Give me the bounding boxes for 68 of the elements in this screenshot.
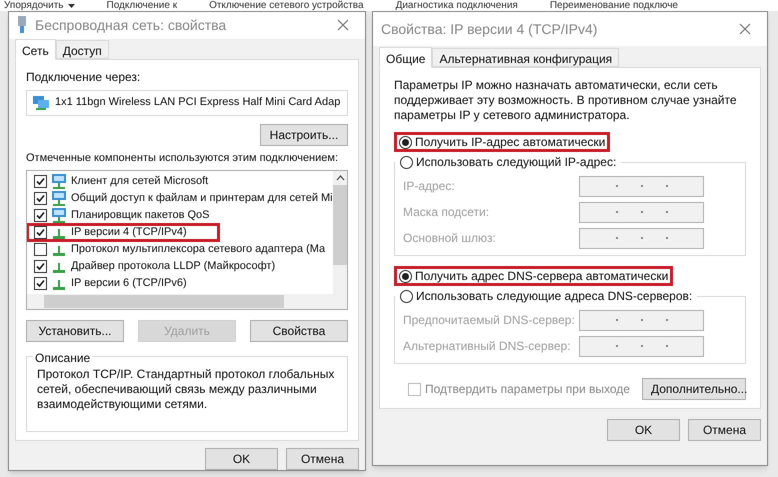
field-label: Подключение через: xyxy=(26,68,142,86)
tab[interactable]: Доступ xyxy=(56,40,109,58)
radio-option[interactable]: Использовать следующие адреса DNS-серверов: xyxy=(395,286,698,306)
component-item[interactable]: Протокол мультиплексора сетевого адаптера (Ма xyxy=(27,241,333,258)
dialog-button[interactable]: OK xyxy=(205,448,278,470)
checkbox[interactable] xyxy=(34,260,47,273)
network-service-icon xyxy=(51,208,67,224)
radio-option[interactable]: Получить адрес DNS-сервера автоматически xyxy=(394,266,674,286)
component-item[interactable]: IP версии 6 (TCP/IPv6) xyxy=(27,275,333,292)
toolbar-item[interactable]: Диагностика подключения xyxy=(396,0,518,11)
ip-address-field[interactable] xyxy=(579,176,704,196)
dialog-button[interactable]: OK xyxy=(607,419,680,441)
ip-address-field[interactable] xyxy=(579,202,704,222)
component-item[interactable]: Общий доступ к файлам и принтерам для сетей Mi xyxy=(27,190,333,207)
component-item[interactable]: Драйвер протокола LLDP (Майкрософт) xyxy=(27,258,333,275)
checkbox[interactable] xyxy=(34,209,47,222)
checkbox[interactable] xyxy=(34,243,47,256)
component-item[interactable]: Клиент для сетей Microsoft xyxy=(27,173,333,190)
checkbox[interactable] xyxy=(34,175,47,188)
toolbar-item[interactable]: Переименование подключе xyxy=(550,0,678,11)
dialog-button[interactable]: Дополнительно... xyxy=(642,378,746,400)
caret-icon xyxy=(68,4,75,8)
checkbox[interactable] xyxy=(34,192,47,205)
window-title: Беспроводная сеть: свойства xyxy=(35,16,228,35)
ip-address-field[interactable] xyxy=(579,310,704,330)
ip-address-field[interactable] xyxy=(579,228,704,248)
dialog-button[interactable]: Свойства xyxy=(250,320,348,342)
radio-option[interactable]: Получить IP-адрес автоматически xyxy=(394,132,610,152)
field-label: Маска подсети: xyxy=(403,204,490,221)
toolbar-item[interactable]: Упорядочить xyxy=(4,0,75,11)
tab[interactable]: Альтернативная конфигурация xyxy=(432,48,620,67)
dialog-button[interactable]: Отмена xyxy=(688,419,761,441)
field-label: IP-адрес: xyxy=(403,178,456,195)
toolbar-item[interactable]: Подключение к xyxy=(106,0,178,11)
network-service-icon xyxy=(51,190,67,206)
radio-button[interactable] xyxy=(400,156,413,168)
window-title: Свойства: IP версии 4 (TCP/IPv4) xyxy=(381,20,598,39)
tab[interactable]: Сеть xyxy=(15,38,56,60)
intro-text: Параметры IP можно назначать автоматически, если сеть поддерживает эту возможность. В противном случае узнайте параметры IP у сетевого администратора. xyxy=(394,78,738,123)
ip-address-field[interactable] xyxy=(579,336,704,356)
adapter-name: 1x1 11bgn Wireless LAN PCI Express Half Mini Card Adap xyxy=(55,95,340,110)
radio-button[interactable] xyxy=(399,270,412,282)
radio-option[interactable]: Использовать следующий IP-адрес: xyxy=(395,152,622,172)
tab[interactable]: Общие xyxy=(379,47,432,68)
description-text: Протокол TCP/IP. Стандартный протокол глобальных сетей, обеспечивающий связь между различными взаимодействующими сетями. xyxy=(37,367,336,412)
field-label: Основной шлюз: xyxy=(403,230,497,247)
checkbox-label: Подтвердить параметры при выходе xyxy=(425,381,631,398)
field-label: Отмеченные компоненты используются этим подключением: xyxy=(26,150,340,166)
dialog-button[interactable]: Настроить... xyxy=(260,124,348,146)
field-label: Альтернативный DNS-сервер: xyxy=(403,338,572,355)
network-adapter-icon xyxy=(17,16,27,34)
toolbar-item[interactable]: Отключение сетевого устройства xyxy=(209,0,364,11)
close-icon[interactable] xyxy=(337,19,349,32)
network-adapter-icon xyxy=(33,96,49,110)
radio-button[interactable] xyxy=(400,290,413,302)
dialog-button[interactable]: Установить... xyxy=(26,320,124,342)
vertical-scrollbar[interactable] xyxy=(332,171,347,294)
network-service-icon xyxy=(51,174,67,190)
checkbox[interactable] xyxy=(34,277,47,290)
component-item[interactable]: Планировщик пакетов QoS xyxy=(27,207,333,224)
checkbox[interactable] xyxy=(34,226,47,239)
close-icon[interactable] xyxy=(739,23,751,35)
dialog-button[interactable]: Отмена xyxy=(286,448,359,470)
scroll-up-icon[interactable] xyxy=(336,175,345,181)
radio-button[interactable] xyxy=(399,136,412,148)
field-label: Предпочитаемый DNS-сервер: xyxy=(403,312,576,329)
horizontal-scrollbar[interactable] xyxy=(27,294,347,309)
component-item[interactable]: IP версии 4 (TCP/IPv4) xyxy=(27,224,219,241)
